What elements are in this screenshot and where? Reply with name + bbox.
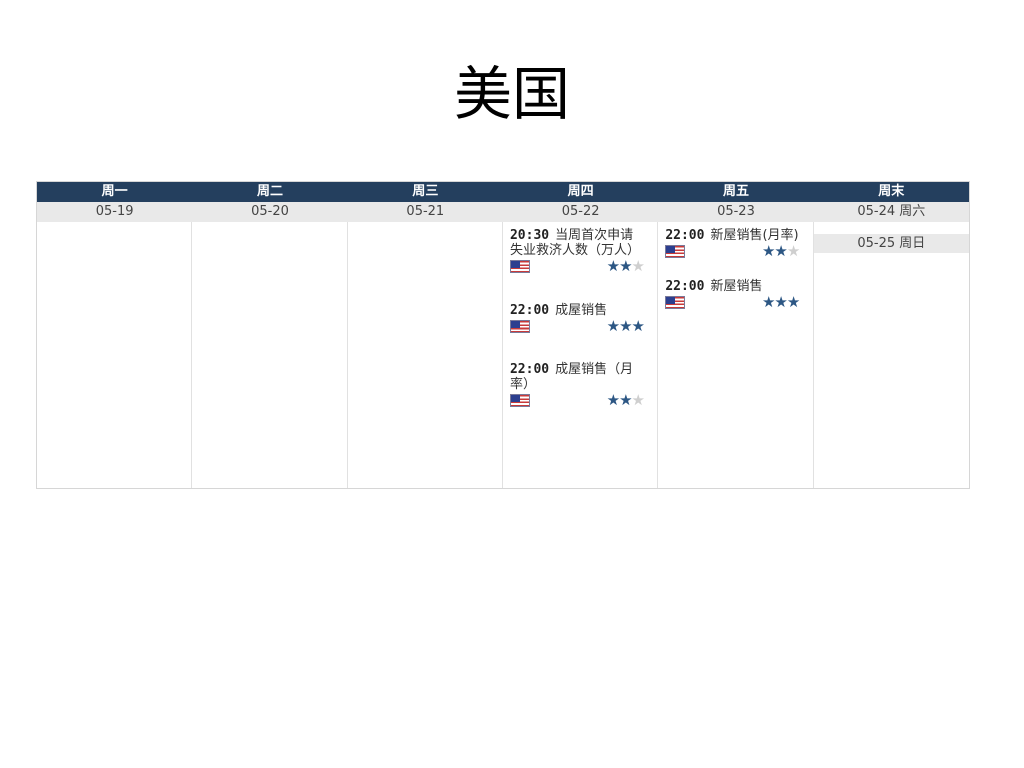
event-name: 新屋销售 <box>710 279 763 294</box>
event-meta: ★★★ <box>665 242 800 260</box>
event-time: 22:00 <box>509 303 550 318</box>
date-cell: 05-19 <box>95 204 134 219</box>
calendar-event[interactable]: 22:00 成屋销售（月率） ★★★ <box>509 362 645 409</box>
date-cell: 05-24 周六 <box>857 204 926 219</box>
us-flag-icon <box>509 320 530 333</box>
event-text: 22:00 成屋销售（月率） <box>510 362 644 392</box>
day-column-monday <box>37 222 193 488</box>
importance-rating: ★★★ <box>606 257 645 275</box>
event-name: 新屋销售(月率) <box>710 228 799 243</box>
date-cell: 05-20 <box>251 204 289 219</box>
event-text: 22:00 新屋销售(月率) <box>665 228 799 243</box>
us-flag-icon <box>665 296 686 309</box>
event-time: 22:00 <box>509 362 550 377</box>
star-filled-icon: ★ <box>606 317 620 335</box>
star-filled-icon: ★ <box>619 391 632 409</box>
day-column-tuesday <box>192 222 348 488</box>
date-cell: 05-23 <box>717 204 755 219</box>
event-meta: ★★★ <box>509 317 645 335</box>
date-cell: 05-22 <box>561 204 600 219</box>
day-column-friday: 22:00 新屋销售(月率) ★★★ 22:00 新屋销售 ★★★ <box>658 222 814 488</box>
weekday-header: 周五 <box>722 184 749 199</box>
economic-calendar: 周一 周二 周三 周四 周五 周末 05-19 05-20 05-21 05-2… <box>36 181 970 489</box>
events-row: 20:30 当周首次申请失业救济人数（万人） ★★★ 22:00 成屋销售 ★★★ 22:0… <box>37 222 969 488</box>
sunday-date: 05-25 周日 <box>813 234 969 253</box>
calendar-event[interactable]: 20:30 当周首次申请失业救济人数（万人） ★★★ <box>509 228 645 275</box>
event-time: 20:30 <box>509 228 550 243</box>
us-flag-icon <box>665 245 686 258</box>
event-text: 22:00 成屋销售 <box>510 303 644 318</box>
calendar-event[interactable]: 22:00 新屋销售 ★★★ <box>665 279 800 311</box>
star-filled-icon: ★ <box>606 257 620 275</box>
weekday-header: 周二 <box>256 184 283 199</box>
date-cell: 05-21 <box>406 204 445 219</box>
star-empty-icon: ★ <box>631 391 645 409</box>
star-filled-icon: ★ <box>774 242 787 260</box>
star-filled-icon: ★ <box>631 317 645 335</box>
importance-rating: ★★★ <box>761 293 800 311</box>
star-filled-icon: ★ <box>774 293 787 311</box>
day-column-thursday: 20:30 当周首次申请失业救济人数（万人） ★★★ 22:00 成屋销售 ★★★ 22:0… <box>503 222 659 488</box>
calendar-event[interactable]: 22:00 新屋销售(月率) ★★★ <box>665 228 800 260</box>
importance-rating: ★★★ <box>606 391 645 409</box>
weekday-header: 周三 <box>412 184 439 199</box>
us-flag-icon <box>509 260 530 273</box>
star-filled-icon: ★ <box>606 391 620 409</box>
date-row: 05-19 05-20 05-21 05-22 05-23 05-24 周六 <box>37 202 969 222</box>
event-text: 20:30 当周首次申请失业救济人数（万人） <box>510 228 644 258</box>
star-empty-icon: ★ <box>786 242 800 260</box>
us-flag-icon <box>509 394 530 407</box>
weekday-header: 周四 <box>567 184 594 199</box>
event-name: 成屋销售 <box>555 303 608 318</box>
weekday-header: 周一 <box>101 184 128 199</box>
day-column-weekend: 05-25 周日 <box>813 222 969 488</box>
event-time: 22:00 <box>665 279 705 294</box>
star-filled-icon: ★ <box>786 293 800 311</box>
star-filled-icon: ★ <box>619 257 632 275</box>
calendar-event[interactable]: 22:00 成屋销售 ★★★ <box>509 303 645 335</box>
importance-rating: ★★★ <box>761 242 800 260</box>
weekday-header-row: 周一 周二 周三 周四 周五 周末 <box>37 182 969 202</box>
star-filled-icon: ★ <box>761 293 775 311</box>
page-title: 美国 <box>453 60 570 128</box>
weekday-header: 周末 <box>878 184 905 199</box>
star-empty-icon: ★ <box>631 257 645 275</box>
event-time: 22:00 <box>665 228 705 243</box>
day-column-wednesday <box>348 222 503 488</box>
event-meta: ★★★ <box>665 293 800 311</box>
importance-rating: ★★★ <box>606 317 645 335</box>
star-filled-icon: ★ <box>619 317 632 335</box>
event-meta: ★★★ <box>509 391 645 409</box>
event-meta: ★★★ <box>509 257 645 275</box>
star-filled-icon: ★ <box>761 242 775 260</box>
event-text: 22:00 新屋销售 <box>665 279 799 294</box>
